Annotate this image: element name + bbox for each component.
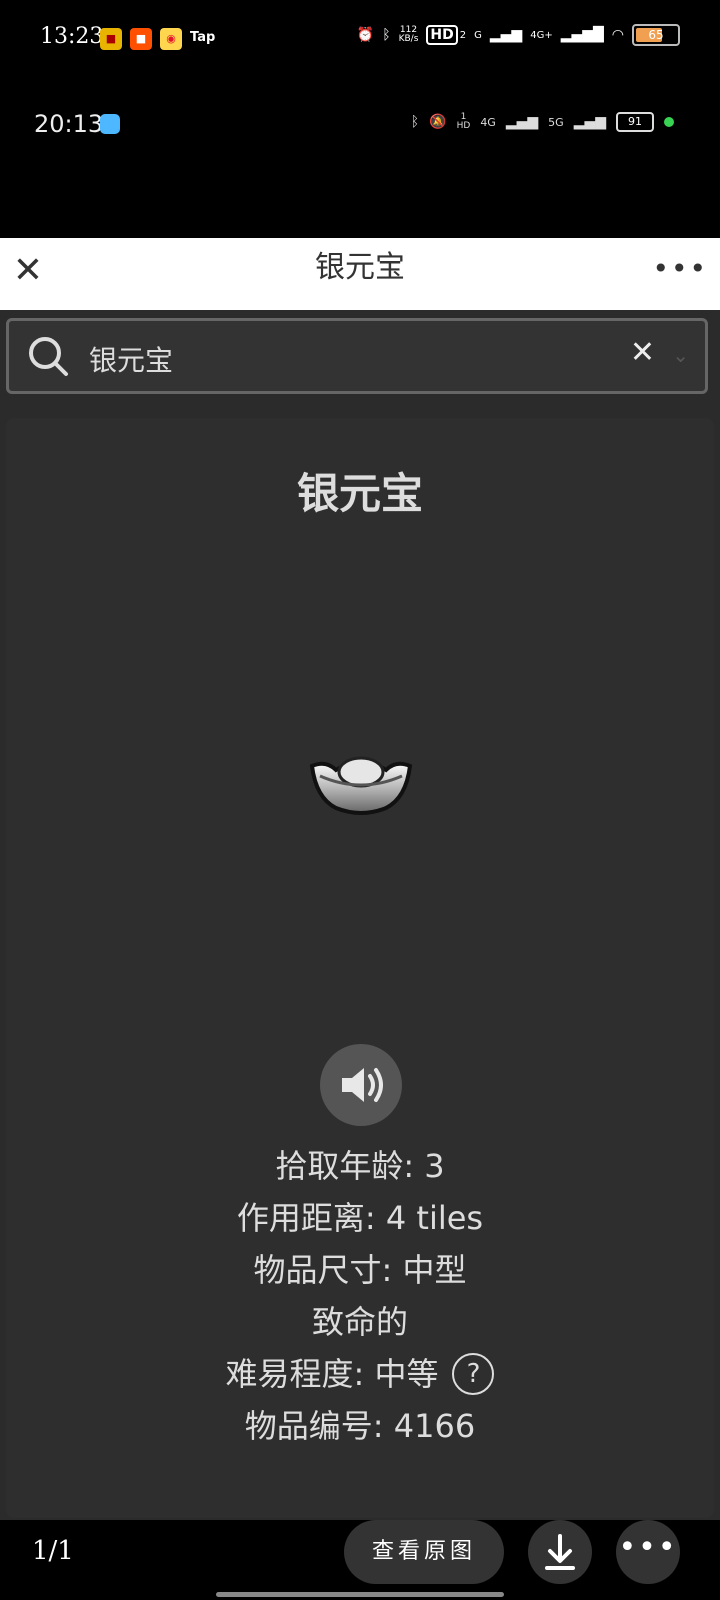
inner-hd-bottom: HD [456,121,471,131]
content-area: 银元宝 ✕ ⌄ 银元宝 拾取年龄: 3 作用距离: 4 tiles 物品尺寸: … [0,310,720,1520]
chevron-down-icon[interactable]: ⌄ [672,343,689,367]
speaker-icon [342,1068,383,1102]
close-icon[interactable]: ✕ [8,246,48,296]
use-range-text: 作用距离: 4 tiles [236,1199,484,1237]
difficulty: 难易程度: 中等 ? [6,1348,714,1400]
qq-notification-icon [100,114,120,134]
battery-level: 65 [648,28,664,42]
outer-status-bar: 13:23 ■ ■ ◉ Tap ⏰ ᛒ 112 KB/s HD 2 G ▂▄▆ … [0,0,720,80]
signal-icon: ▂▄▆ [505,114,539,130]
clear-icon[interactable]: ✕ [630,335,655,370]
lethal-text: 致命的 [311,1303,408,1341]
g-label: G [474,29,482,41]
hd-sub: 2 [459,29,467,41]
item-id-text: 物品编号: 4166 [244,1407,476,1445]
inner-status-icons: ᛒ 🔕 1 HD 4G ▂▄▆ 5G ▂▄▆ 91 [411,112,674,132]
search-bar[interactable]: 银元宝 ✕ ⌄ [6,318,708,394]
search-icon [29,337,68,376]
net-speed: 112 KB/s [399,26,419,44]
more-icon[interactable]: ••• [616,1520,680,1584]
signal-icon: ▂▄▆ [489,27,523,43]
item-size: 物品尺寸: 中型 [6,1244,714,1296]
item-name: 银元宝 [296,469,423,518]
tap-app-label: Tap [190,30,216,45]
inner-status-time: 20:13 [34,110,104,138]
outer-status-time: 13:23 [40,24,104,49]
item-size-text: 物品尺寸: 中型 [253,1251,467,1289]
item-info: 拾取年龄: 3 作用距离: 4 tiles 物品尺寸: 中型 致命的 难易程度:… [6,1140,714,1452]
privacy-dot [664,117,674,127]
wifi-icon: ◠ [611,27,624,43]
mall-app-icon: ■ [100,28,122,50]
bluetooth-icon: ᛒ [410,114,420,130]
search-input[interactable]: 银元宝 [89,339,173,379]
pickup-age-text: 拾取年龄: 3 [275,1147,445,1185]
inner-hd: 1 HD [457,113,471,131]
silver-ingot-image [309,756,413,815]
outer-battery: 65 [632,24,680,46]
item-id: 物品编号: 4166 [6,1400,714,1452]
home-indicator[interactable] [216,1592,504,1597]
signal-icon-2: ▂▄▆ [573,114,606,130]
play-sound-button[interactable] [320,1044,402,1126]
inner-5g-label: 5G [548,115,564,129]
bluetooth-icon: ᛒ [382,27,391,43]
item-card: 银元宝 拾取年龄: 3 作用距离: 4 tiles 物品尺寸: 中型 致命的 难… [6,418,714,1518]
download-button[interactable] [528,1520,592,1584]
outer-status-icons: ⏰ ᛒ 112 KB/s HD 2 G ▂▄▆ 4G+ ▂▄▆█ ◠ 65 [357,24,680,46]
signal-icon-2: ▂▄▆█ [560,27,604,43]
image-viewer-bottom-bar: 1/1 查看原图 ••• [0,1520,720,1600]
help-icon[interactable]: ? [452,1353,495,1395]
title-bar: 银元宝 ✕ ••• [0,238,720,310]
page-counter: 1/1 [32,1536,74,1566]
pickup-age: 拾取年龄: 3 [6,1140,714,1192]
page-title: 银元宝 [315,250,405,285]
lethal-tag: 致命的 [6,1296,714,1348]
alarm-icon: ⏰ [356,27,375,43]
inner-4g-label: 4G [480,115,496,129]
view-original-button[interactable]: 查看原图 [344,1520,504,1584]
download-icon [545,1534,575,1570]
more-options-icon[interactable]: ••• [652,252,708,285]
4g-label: 4G+ [530,29,553,41]
mute-bell-icon: 🔕 [429,114,447,130]
difficulty-text: 难易程度: 中等 [225,1355,439,1393]
weibo-app-icon: ◉ [160,28,182,50]
net-speed-unit: KB/s [398,34,419,44]
inner-battery: 91 [616,112,654,132]
taobao-app-icon: ■ [130,28,152,50]
hd-badge: HD [426,25,458,45]
use-range: 作用距离: 4 tiles [6,1192,714,1244]
